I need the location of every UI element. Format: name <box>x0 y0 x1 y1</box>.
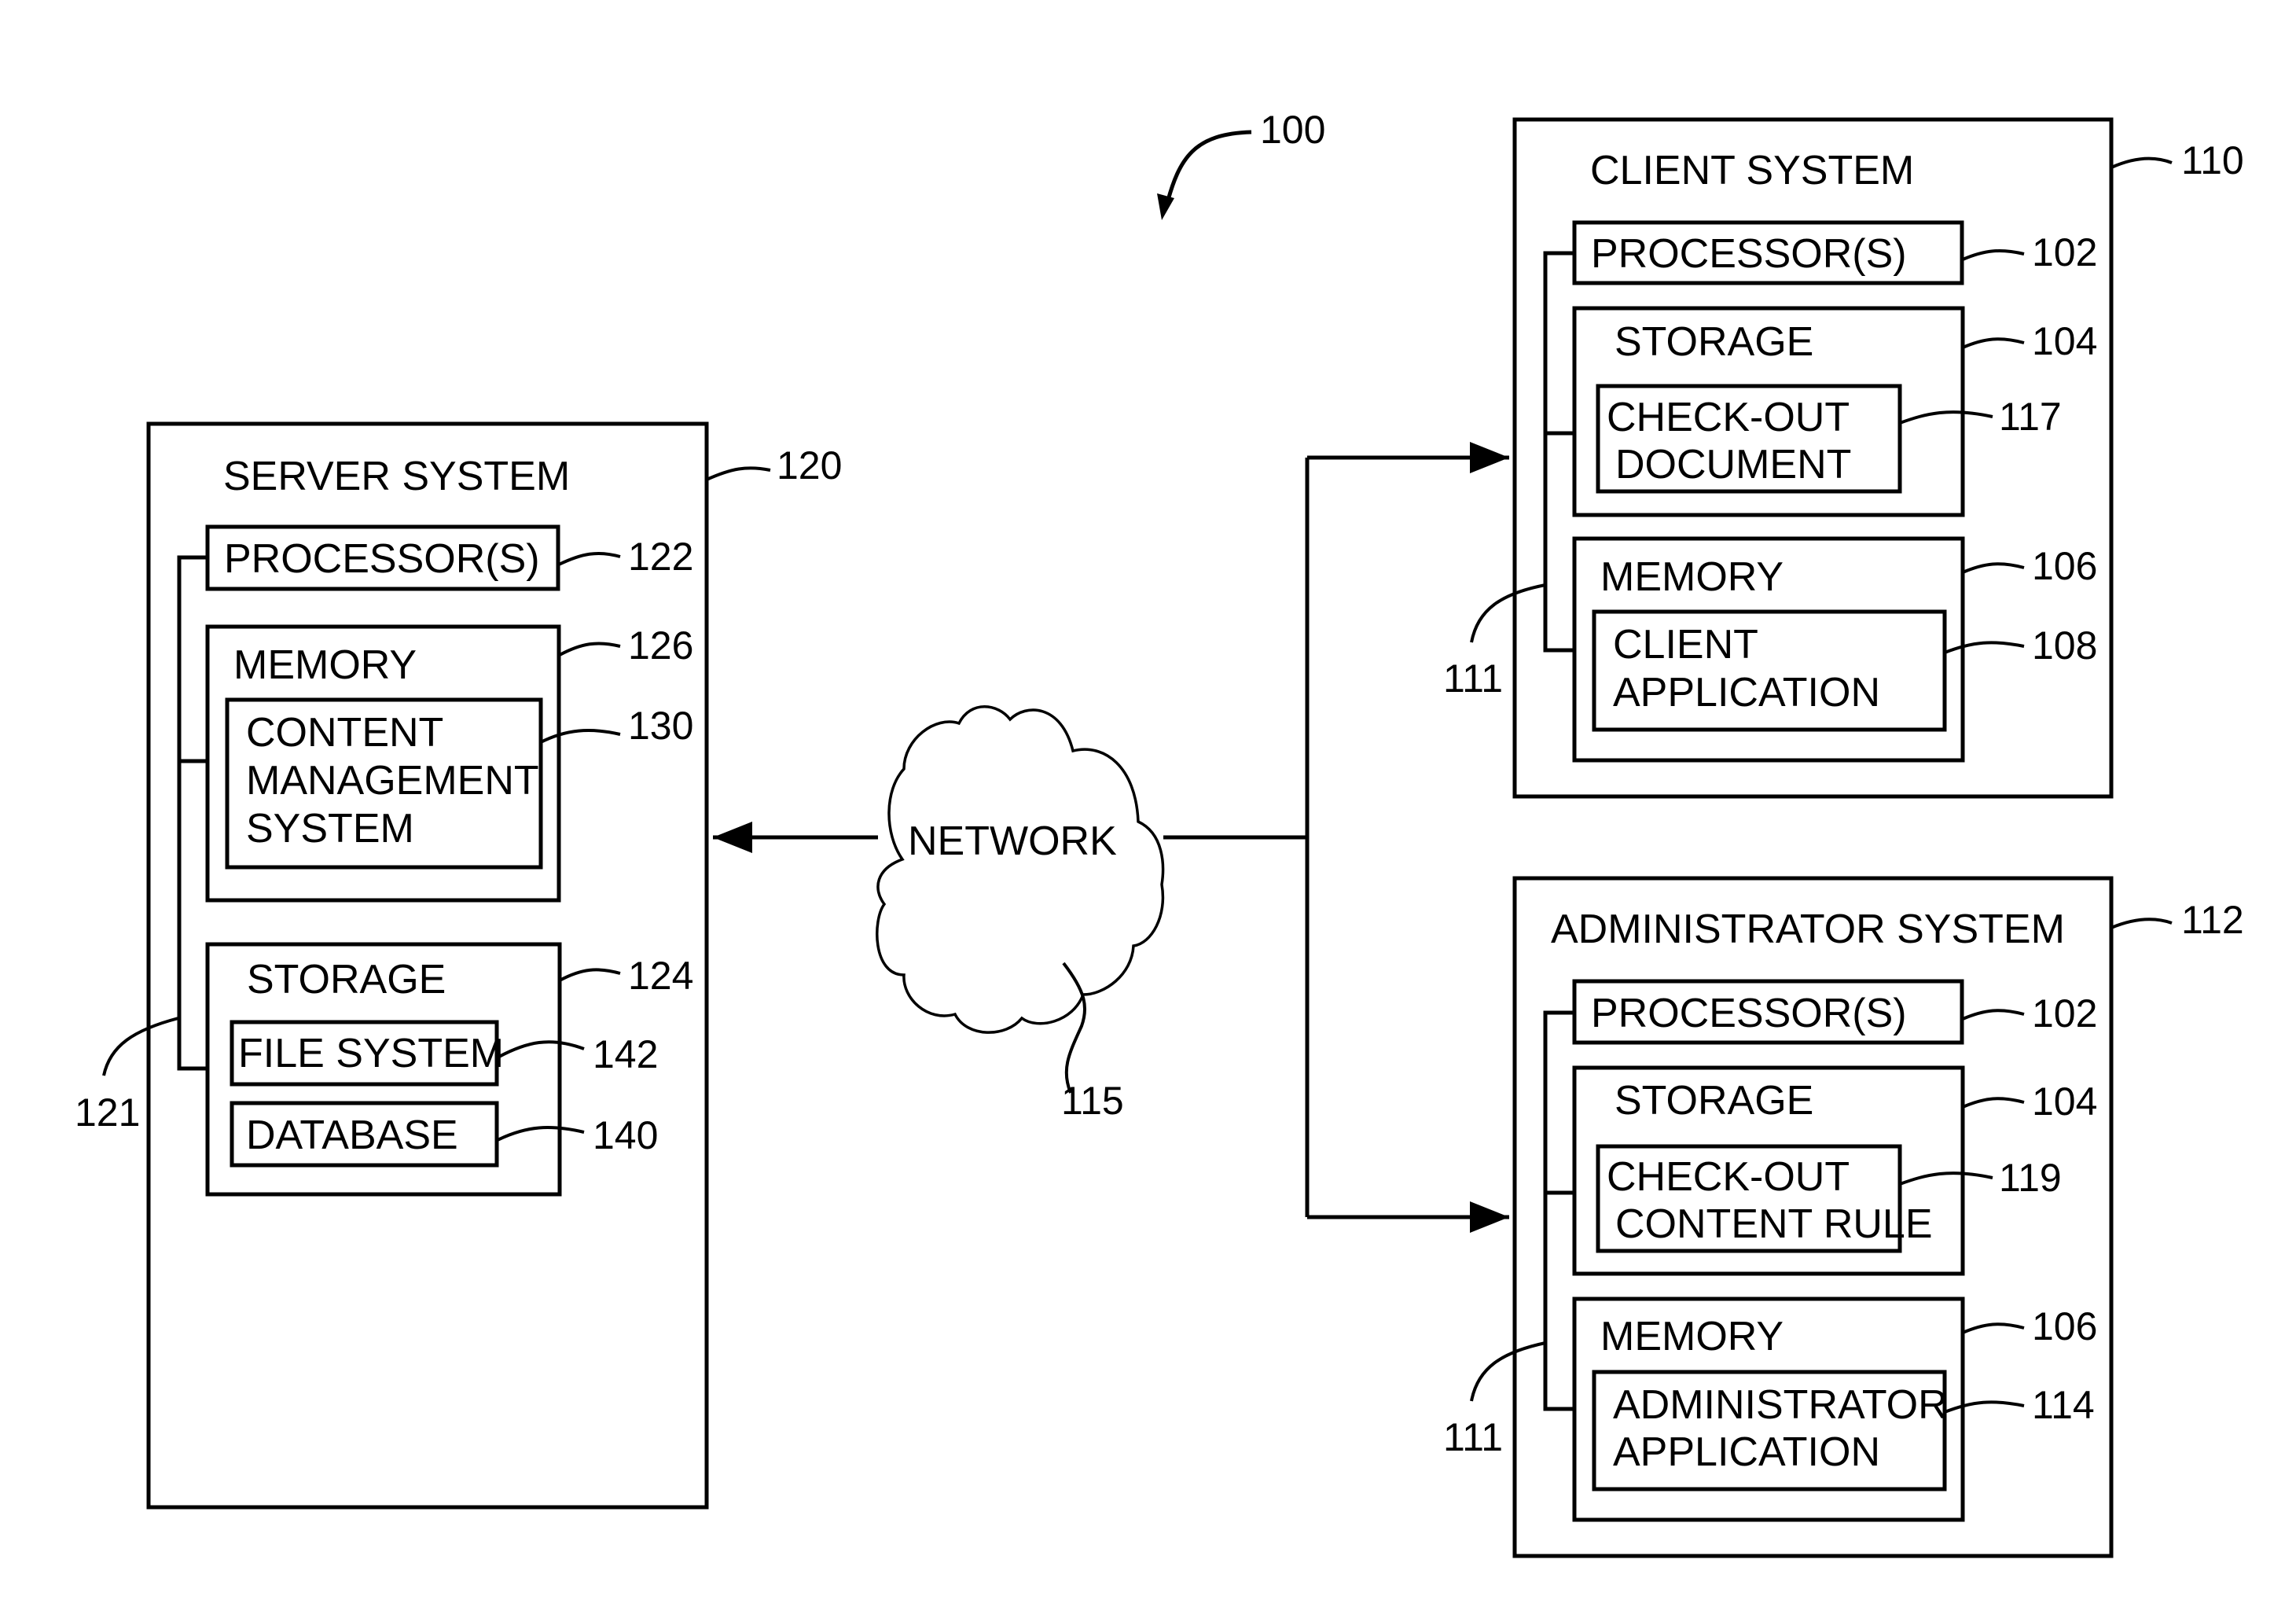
figure-arrow-icon <box>1164 130 1252 207</box>
leader-111-admin <box>1470 1341 1546 1402</box>
leader-111-client <box>1470 583 1546 643</box>
client-title: CLIENT SYSTEM <box>1590 148 1914 193</box>
leader-102-admin <box>1962 1009 2025 1021</box>
leader-106-client <box>1962 562 2025 574</box>
cms-line-3: SYSTEM <box>246 806 414 851</box>
admin-bus <box>1543 1010 1574 1411</box>
ref-104-client: 104 <box>2032 319 2097 363</box>
ref-102-admin: 102 <box>2032 991 2097 1035</box>
network-cloud-icon <box>876 705 1165 1034</box>
leader-117 <box>1899 410 1993 425</box>
admin-memory-label: MEMORY <box>1600 1314 1784 1359</box>
ref-114: 114 <box>2032 1383 2095 1427</box>
ref-100: 100 <box>1260 108 1325 152</box>
leader-104-admin <box>1962 1097 2025 1109</box>
network-label: NETWORK <box>908 818 1117 864</box>
client-application-line-2: APPLICATION <box>1613 670 1880 715</box>
network-trunk <box>1163 458 1310 1217</box>
database-label: DATABASE <box>246 1113 458 1158</box>
ref-140: 140 <box>593 1113 658 1157</box>
ref-126: 126 <box>628 623 693 668</box>
ref-124: 124 <box>628 954 693 998</box>
leader-140 <box>497 1126 585 1142</box>
leader-124 <box>559 968 621 982</box>
admin-application-line-2: APPLICATION <box>1613 1429 1880 1475</box>
ref-106-client: 106 <box>2032 544 2097 588</box>
ref-102-client: 102 <box>2032 230 2097 274</box>
leader-104-client <box>1962 337 2025 349</box>
ref-111-admin: 111 <box>1443 1415 1503 1459</box>
ref-130: 130 <box>628 704 693 748</box>
leader-112 <box>2110 918 2173 929</box>
leader-126 <box>559 642 621 657</box>
ref-106-admin: 106 <box>2032 1304 2097 1348</box>
leader-142 <box>497 1040 585 1059</box>
leader-102-client <box>1962 248 2025 261</box>
server-memory-label: MEMORY <box>233 642 417 688</box>
client-processor-label: PROCESSOR(S) <box>1591 231 1907 277</box>
ref-119: 119 <box>1999 1156 2062 1200</box>
ref-117: 117 <box>1999 395 2062 439</box>
client-memory-label: MEMORY <box>1600 554 1784 600</box>
admin-processor-label: PROCESSOR(S) <box>1591 991 1907 1036</box>
checkout-document-line-2: DOCUMENT <box>1615 442 1851 487</box>
leader-120 <box>706 466 771 481</box>
server-title: SERVER SYSTEM <box>223 454 570 499</box>
ref-122: 122 <box>628 535 693 579</box>
ref-115: 115 <box>1061 1079 1124 1123</box>
leader-110 <box>2110 156 2173 169</box>
leader-106-admin <box>1962 1322 2025 1334</box>
client-storage-label: STORAGE <box>1615 319 1813 365</box>
ref-110: 110 <box>2181 138 2244 182</box>
server-storage-label: STORAGE <box>247 957 446 1002</box>
file-system-label: FILE SYSTEM <box>238 1031 504 1076</box>
checkout-document-line-1: CHECK-OUT <box>1607 395 1850 440</box>
client-system: CLIENT SYSTEM 110 111 PROCESSOR(S) 102 S… <box>1443 117 2244 799</box>
cms-line-2: MANAGEMENT <box>246 758 539 804</box>
cms-line-1: CONTENT <box>246 710 443 756</box>
server-bus <box>177 555 208 1071</box>
leader-130 <box>540 728 621 744</box>
checkout-content-rule-line-1: CHECK-OUT <box>1607 1154 1850 1200</box>
checkout-content-rule-line-2: CONTENT RULE <box>1615 1201 1933 1247</box>
ref-120: 120 <box>777 443 842 487</box>
ref-112: 112 <box>2181 898 2244 942</box>
leader-119 <box>1899 1171 1993 1186</box>
leader-114 <box>1944 1400 2025 1414</box>
figure-ref-100: 100 <box>1157 108 1325 220</box>
ref-111-client: 111 <box>1443 657 1503 701</box>
admin-application-line-1: ADMINISTRATOR <box>1613 1382 1948 1428</box>
client-bus <box>1543 251 1574 653</box>
server-system: SERVER SYSTEM 120 121 PROCESSOR(S) 122 M… <box>75 421 842 1510</box>
server-processor-label: PROCESSOR(S) <box>224 536 540 582</box>
ref-104-admin: 104 <box>2032 1080 2097 1124</box>
ref-121: 121 <box>75 1091 140 1135</box>
admin-system: ADMINISTRATOR SYSTEM 112 111 PROCESSOR(S… <box>1443 876 2244 1558</box>
leader-122 <box>558 551 621 566</box>
client-application-line-1: CLIENT <box>1613 622 1758 668</box>
leader-121 <box>102 1017 179 1076</box>
network: NETWORK 115 <box>713 442 1509 1233</box>
ref-142: 142 <box>593 1032 658 1076</box>
admin-title: ADMINISTRATOR SYSTEM <box>1551 907 2065 952</box>
system-diagram: 100 SERVER SYSTEM 120 121 PROCESSOR(S) 1… <box>75 108 2244 1558</box>
arrowhead-icon <box>1157 193 1174 220</box>
ref-108: 108 <box>2032 623 2097 668</box>
leader-108 <box>1944 641 2025 654</box>
admin-storage-label: STORAGE <box>1615 1078 1813 1124</box>
